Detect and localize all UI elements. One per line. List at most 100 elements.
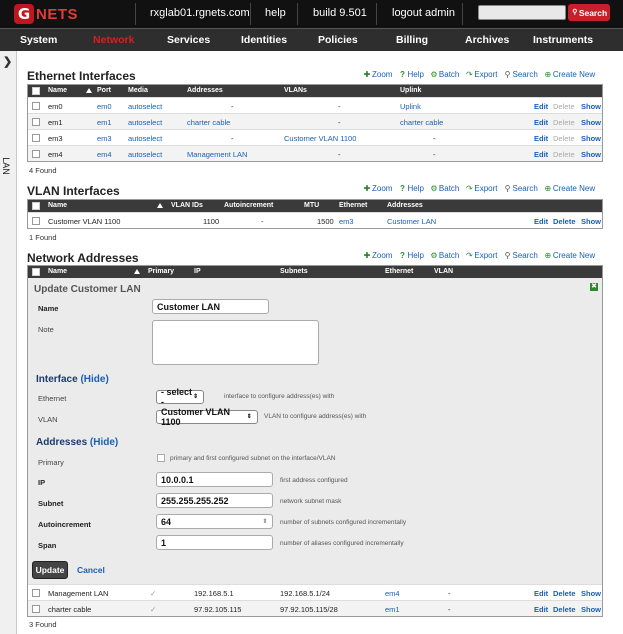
cell-port[interactable]: em4 [97,150,112,159]
cell-ethernet[interactable]: em1 [385,605,400,614]
select-all-checkbox[interactable] [32,268,40,276]
nav-identities[interactable]: Identities [241,34,287,46]
help-link[interactable]: help [265,7,286,19]
show-link[interactable]: Show [581,150,601,159]
export-button[interactable]: ↷ Export [465,251,497,260]
vlan-select[interactable]: Customer VLAN 1100 ⇕ [156,407,258,427]
help-button[interactable]: ? Help [398,184,424,193]
sort-asc-icon[interactable] [157,203,163,208]
hide-interface-link[interactable]: (Hide) [80,374,108,385]
cell-port[interactable]: em3 [97,134,112,143]
export-button[interactable]: ↷ Export [465,70,497,79]
cell-port[interactable]: em1 [97,118,112,127]
edit-link[interactable]: Edit [534,150,548,159]
col-port[interactable]: Port [97,87,111,94]
nav-billing[interactable]: Billing [396,34,428,46]
logout-link[interactable]: logout admin [392,7,455,19]
edit-link[interactable]: Edit [534,589,548,598]
cell-uplink[interactable]: Uplink [400,102,421,111]
close-icon[interactable]: ✖ [590,283,598,291]
edit-link[interactable]: Edit [534,118,548,127]
col-autoincrement[interactable]: Autoincrement [224,202,273,209]
show-link[interactable]: Show [581,118,601,127]
zoom-button[interactable]: ✚ Zoom [363,70,393,79]
span-field[interactable]: 1 [156,535,273,550]
create-new-button[interactable]: ⊕ Create New [544,251,596,260]
note-field[interactable] [152,320,319,365]
hide-addresses-link[interactable]: (Hide) [90,437,118,448]
table-row[interactable]: Management LAN ✓ 192.168.5.1 192.168.5.1… [28,584,602,600]
cell-media[interactable]: autoselect [128,150,162,159]
search-tool-button[interactable]: ⚲ Search [504,184,538,193]
ethernet-select[interactable]: - select - ⇕ [156,387,204,407]
host-link[interactable]: rxglab01.rgnets.com [150,7,250,19]
zoom-button[interactable]: ✚ Zoom [363,184,393,193]
sort-asc-icon[interactable] [134,269,140,274]
update-button[interactable]: Update [32,561,68,579]
create-new-button[interactable]: ⊕ Create New [544,184,596,193]
col-name[interactable]: Name [48,87,67,94]
select-all-checkbox[interactable] [32,202,40,210]
col-name[interactable]: Name [48,202,67,209]
table-row[interactable]: Customer VLAN 1100 1100 - 1500 em3 Custo… [28,212,602,228]
build-link[interactable]: build 9.501 [313,7,367,19]
nav-policies[interactable]: Policies [318,34,358,46]
nav-instruments[interactable]: Instruments [533,34,593,46]
show-link[interactable]: Show [581,102,601,111]
logo[interactable]: G NETS [14,4,78,24]
cell-media[interactable]: autoselect [128,118,162,127]
edit-link[interactable]: Edit [534,102,548,111]
cell-media[interactable]: autoselect [128,102,162,111]
edit-link[interactable]: Edit [534,134,548,143]
autoincrement-stepper[interactable]: 64 ⇕ [156,514,273,529]
subnet-field[interactable]: 255.255.255.252 [156,493,273,508]
cell-vlans[interactable]: Customer VLAN 1100 [284,134,356,143]
cell-ethernet[interactable]: em4 [385,589,400,598]
zoom-button[interactable]: ✚ Zoom [363,251,393,260]
col-vlan[interactable]: VLAN [434,268,453,275]
row-checkbox[interactable] [32,589,40,597]
col-subnets[interactable]: Subnets [280,268,308,275]
batch-button[interactable]: ⚙ Batch [430,70,459,79]
nav-archives[interactable]: Archives [465,34,509,46]
col-addresses[interactable]: Addresses [387,202,423,209]
help-button[interactable]: ? Help [398,70,424,79]
col-vlans[interactable]: VLANs [284,87,307,94]
search-tool-button[interactable]: ⚲ Search [504,70,538,79]
cell-ethernet[interactable]: em3 [339,217,354,226]
show-link[interactable]: Show [581,589,601,598]
primary-checkbox[interactable] [157,454,165,462]
create-new-button[interactable]: ⊕ Create New [544,70,596,79]
col-primary[interactable]: Primary [148,268,174,275]
delete-link[interactable]: Delete [553,605,576,614]
expand-chevron-icon[interactable]: ❯ [3,55,12,68]
row-checkbox[interactable] [32,217,40,225]
show-link[interactable]: Show [581,605,601,614]
export-button[interactable]: ↷ Export [465,184,497,193]
nav-services[interactable]: Services [167,34,210,46]
edit-link[interactable]: Edit [534,605,548,614]
row-checkbox[interactable] [32,150,40,158]
table-row[interactable]: em3 em3 autoselect - Customer VLAN 1100 … [28,129,602,145]
nav-network[interactable]: Network [93,34,134,46]
col-ethernet[interactable]: Ethernet [385,268,413,275]
stepper-arrows-icon[interactable]: ⇕ [261,518,269,526]
col-ip[interactable]: IP [194,268,201,275]
help-button[interactable]: ? Help [398,251,424,260]
row-checkbox[interactable] [32,102,40,110]
cell-media[interactable]: autoselect [128,134,162,143]
cell-addresses[interactable]: Management LAN [187,150,247,159]
table-row[interactable]: charter cable ✓ 97.92.105.115 97.92.105.… [28,600,602,616]
table-row[interactable]: em1 em1 autoselect charter cable - chart… [28,113,602,129]
ip-field[interactable]: 10.0.0.1 [156,472,273,487]
search-input[interactable] [478,5,566,20]
batch-button[interactable]: ⚙ Batch [430,184,459,193]
show-link[interactable]: Show [581,134,601,143]
delete-link[interactable]: Delete [553,217,576,226]
cell-addresses[interactable]: Customer LAN [387,217,436,226]
row-checkbox[interactable] [32,118,40,126]
nav-system[interactable]: System [20,34,57,46]
sort-asc-icon[interactable] [86,88,92,93]
search-button[interactable]: ⚲ Search [568,4,610,21]
show-link[interactable]: Show [581,217,601,226]
